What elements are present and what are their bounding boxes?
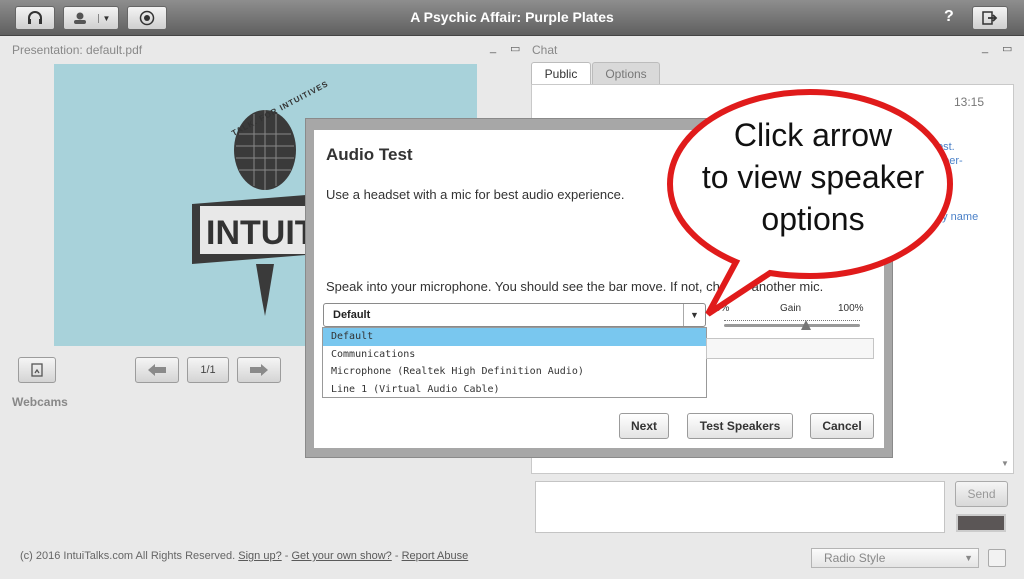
tab-options[interactable]: Options [592,62,660,84]
test-speakers-button[interactable]: Test Speakers [687,413,793,439]
get-your-own-show-link[interactable]: Get your own show? [292,550,392,562]
logout-button[interactable] [972,6,1008,30]
report-abuse-link[interactable]: Report Abuse [402,550,469,562]
minimize-presentation-icon[interactable]: _ [490,42,496,54]
arrow-left-icon [148,364,166,376]
send-button[interactable]: Send [955,481,1008,507]
upload-button[interactable] [18,357,56,383]
device-option[interactable]: Microphone (Realtek High Definition Audi… [323,363,706,381]
app-title: A Psychic Affair: Purple Plates [410,9,614,25]
upload-icon [31,363,43,377]
arrow-right-icon [250,364,268,376]
font-color-swatch[interactable] [956,514,1006,532]
tab-public[interactable]: Public [531,62,591,84]
callout-text: Click arrow to view speaker options [701,117,925,237]
selected-device: Default [333,309,371,321]
maximize-presentation-icon[interactable]: ▭ [510,42,520,55]
device-option[interactable]: Default [323,328,706,346]
device-option[interactable]: Communications [323,346,706,364]
copyright-text: (c) 2016 IntuiTalks.com All Rights Reser… [20,550,236,562]
webcams-header: Webcams [12,395,68,409]
dialog-title: Audio Test [326,145,413,164]
microphone-options: Default Communications Microphone (Realt… [322,327,707,398]
mic-level-bar [706,338,874,359]
scroll-down-icon[interactable]: ▼ [999,459,1011,471]
top-bar: ▼ A Psychic Affair: Purple Plates ? [0,0,1024,36]
help-button[interactable]: ? [944,8,954,26]
next-slide-button[interactable] [237,357,281,383]
device-option[interactable]: Line 1 (Virtual Audio Cable) [323,381,706,399]
footer: (c) 2016 IntuiTalks.com All Rights Reser… [20,550,469,562]
next-button[interactable]: Next [619,413,669,439]
layout-select[interactable]: Radio Style ▼ [811,548,979,568]
minimize-chat-icon[interactable]: _ [982,42,988,54]
headset-note: Use a headset with a mic for best audio … [326,187,625,202]
sign-up-link[interactable]: Sign up? [238,550,281,562]
maximize-chat-icon[interactable]: ▭ [1002,42,1012,55]
layout-settings-icon[interactable] [988,549,1006,567]
cancel-button[interactable]: Cancel [810,413,874,439]
chat-input[interactable] [535,481,945,533]
chat-header: Chat [532,43,558,57]
microphone-select[interactable]: Default ▼ [323,303,706,327]
chevron-down-icon: ▼ [964,553,973,563]
previous-slide-button[interactable] [135,357,179,383]
logout-icon [982,11,998,25]
page-indicator[interactable]: 1/1 [187,357,229,383]
presentation-header: Presentation: default.pdf [12,43,143,57]
